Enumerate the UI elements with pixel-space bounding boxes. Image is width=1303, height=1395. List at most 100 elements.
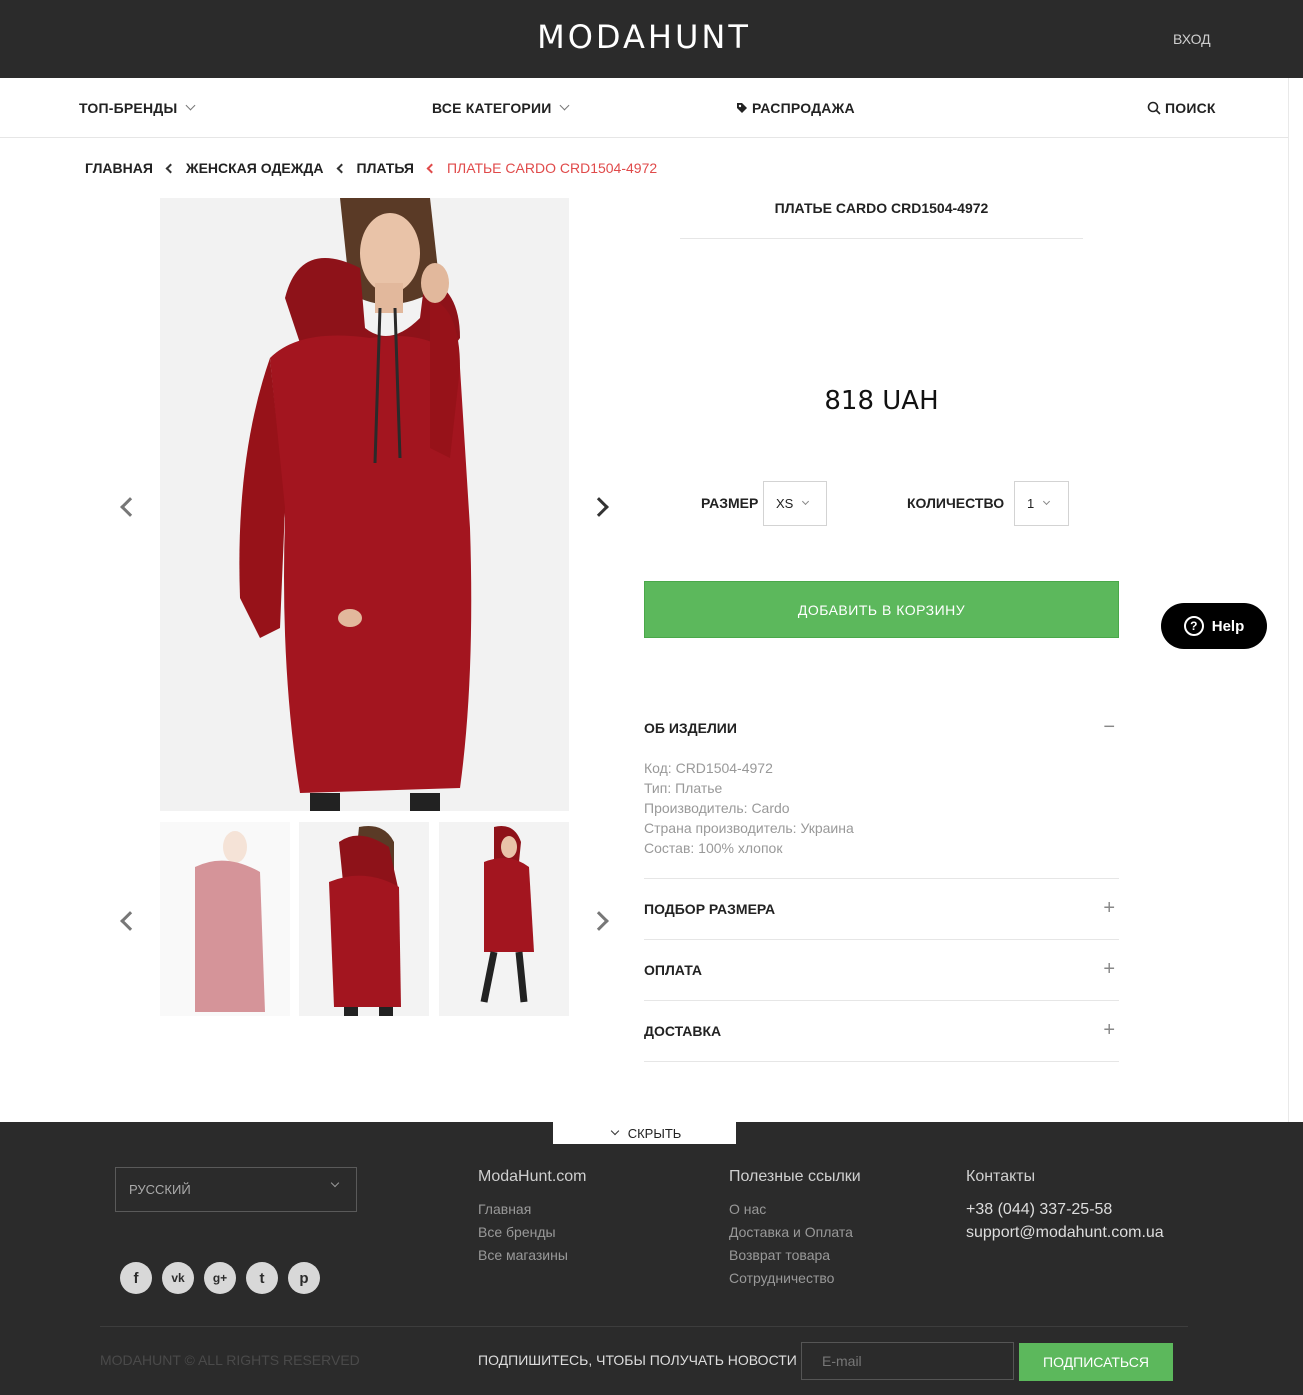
tag-icon [737,103,747,113]
footer-link-cooperation[interactable]: Сотрудничество [729,1267,861,1290]
product-photo [160,198,569,811]
add-to-cart-button[interactable]: ДОБАВИТЬ В КОРЗИНУ [644,581,1119,638]
chevron-left-icon [336,163,346,173]
chevron-down-icon [330,1178,340,1188]
footer-col-title: ModaHunt.com [478,1168,587,1185]
accordion-delivery-title: ДОСТАВКА [644,1023,722,1039]
accordion-payment-title: ОПЛАТА [644,962,702,978]
contact-email[interactable]: support@modahunt.com.ua [966,1221,1164,1244]
thumbs-next-arrow[interactable] [589,911,609,931]
chevron-down-icon [185,100,196,111]
footer-link-delivery[interactable]: Доставка и Оплата [729,1221,861,1244]
google-plus-icon[interactable]: g+ [204,1262,236,1294]
quantity-select[interactable]: 1 [1014,481,1069,526]
top-header: MODAHUNT ВХОД [0,0,1303,78]
plus-icon: + [1103,958,1115,980]
hide-footer-label: СКРЫТЬ [627,1125,682,1141]
product-details: Код: CRD1504-4972 Тип: Платье Производит… [644,758,854,858]
vk-icon[interactable]: vk [162,1262,194,1294]
detail-country: Страна производитель: Украина [644,820,854,836]
accordion-delivery[interactable]: ДОСТАВКА + [644,1019,1119,1041]
thumbnail-1[interactable] [160,822,290,1016]
footer-link-stores[interactable]: Все магазины [478,1244,587,1267]
minus-icon: − [1103,716,1115,738]
detail-manufacturer: Производитель: Cardo [644,800,790,816]
nav-search-label: ПОИСК [1165,100,1216,116]
image-prev-arrow[interactable] [120,497,140,517]
facebook-icon[interactable]: f [120,1262,152,1294]
contact-phone[interactable]: +38 (044) 337-25-58 [966,1198,1164,1221]
thumbnail-photo [195,831,265,1012]
footer-col-contacts: Контакты +38 (044) 337-25-58 support@mod… [966,1168,1164,1244]
detail-code: Код: CRD1504-4972 [644,760,773,776]
footer-col-title: Полезные ссылки [729,1168,861,1185]
footer-link-home[interactable]: Главная [478,1198,587,1221]
subscribe-button[interactable]: ПОДПИСАТЬСЯ [1019,1343,1173,1381]
twitter-icon[interactable]: t [246,1262,278,1294]
plus-icon: + [1103,1019,1115,1041]
chevron-left-icon [426,163,437,173]
page-scroll-edge [1288,78,1303,1122]
help-label: Help [1211,617,1245,635]
breadcrumb-womens-clothing[interactable]: ЖЕНСКАЯ ОДЕЖДА [186,160,324,176]
size-label: РАЗМЕР [701,495,759,511]
thumbnail-photo [329,826,401,1016]
footer-col-modahunt: ModaHunt.com Главная Все бренды Все мага… [478,1168,587,1267]
nav-top-brands-label: ТОП-БРЕНДЫ [79,100,178,116]
thumbnail-3[interactable] [439,822,569,1016]
divider [644,878,1119,879]
nav-all-categories-label: ВСЕ КАТЕГОРИИ [432,100,552,116]
nav-top-brands[interactable]: ТОП-БРЕНДЫ [79,100,196,116]
site-logo[interactable]: MODAHUNT [0,18,1288,56]
breadcrumb: ГЛАВНАЯ ЖЕНСКАЯ ОДЕЖДА ПЛАТЬЯ ПЛАТЬЕ CAR… [85,160,657,176]
detail-type: Тип: Платье [644,780,723,796]
detail-composition: Состав: 100% хлопок [644,840,783,856]
footer-link-about[interactable]: О нас [729,1198,861,1221]
login-link[interactable]: ВХОД [1173,31,1211,47]
accordion-payment[interactable]: ОПЛАТА + [644,958,1119,980]
footer-link-returns[interactable]: Возврат товара [729,1244,861,1267]
accordion-about[interactable]: ОБ ИЗДЕЛИИ − [644,716,1119,738]
subscribe-label: ПОДПИШИТЕСЬ, ЧТОБЫ ПОЛУЧАТЬ НОВОСТИ [478,1352,797,1368]
footer-link-brands[interactable]: Все бренды [478,1221,587,1244]
nav-sale[interactable]: РАСПРОДАЖА [736,100,855,116]
accordion-size-pick[interactable]: ПОДБОР РАЗМЕРА + [644,898,1119,918]
divider [644,1061,1119,1062]
subscribe-email-input[interactable] [801,1342,1014,1380]
breadcrumb-home[interactable]: ГЛАВНАЯ [85,160,153,176]
nav-sale-label: РАСПРОДАЖА [752,100,855,116]
search-icon [1147,101,1161,115]
thumbs-prev-arrow[interactable] [120,911,140,931]
product-title: ПЛАТЬЕ CARDO CRD1504-4972 [680,200,1083,239]
main-nav: ТОП-БРЕНДЫ ВСЕ КАТЕГОРИИ РАСПРОДАЖА ПОИС… [0,78,1288,138]
footer-divider [100,1326,1188,1327]
product-main-image[interactable] [160,198,569,811]
chevron-down-icon [802,497,810,505]
copyright: MODAHUNT © ALL RIGHTS RESERVED [100,1352,360,1368]
breadcrumb-current: ПЛАТЬЕ CARDO CRD1504-4972 [446,160,658,176]
footer-col-useful: Полезные ссылки О нас Доставка и Оплата … [729,1168,861,1290]
accordion-about-title: ОБ ИЗДЕЛИИ [644,720,737,736]
pinterest-icon[interactable]: p [288,1262,320,1294]
chevron-down-icon [1043,497,1051,505]
footer-col-title: Контакты [966,1168,1036,1185]
nav-search[interactable]: ПОИСК [1147,100,1216,116]
quantity-label: КОЛИЧЕСТВО [907,495,1005,511]
divider [644,1000,1119,1001]
thumbnail-photo [480,826,534,1003]
chevron-down-icon [610,1126,619,1136]
nav-all-categories[interactable]: ВСЕ КАТЕГОРИИ [432,100,570,116]
thumbnail-2[interactable] [299,822,429,1016]
chevron-left-icon [165,163,176,173]
product-price: 818 UAH [824,386,939,416]
size-value: XS [776,496,794,511]
language-value: РУССКИЙ [129,1182,191,1197]
breadcrumb-dresses[interactable]: ПЛАТЬЯ [357,160,414,176]
hide-footer-button[interactable]: СКРЫТЬ [553,1122,736,1144]
question-icon: ? [1183,616,1204,636]
size-select[interactable]: XS [763,481,827,526]
language-select[interactable]: РУССКИЙ [115,1167,357,1212]
accordion-size-pick-title: ПОДБОР РАЗМЕРА [644,901,776,917]
help-button[interactable]: ? Help [1161,603,1267,649]
image-next-arrow[interactable] [589,497,609,517]
